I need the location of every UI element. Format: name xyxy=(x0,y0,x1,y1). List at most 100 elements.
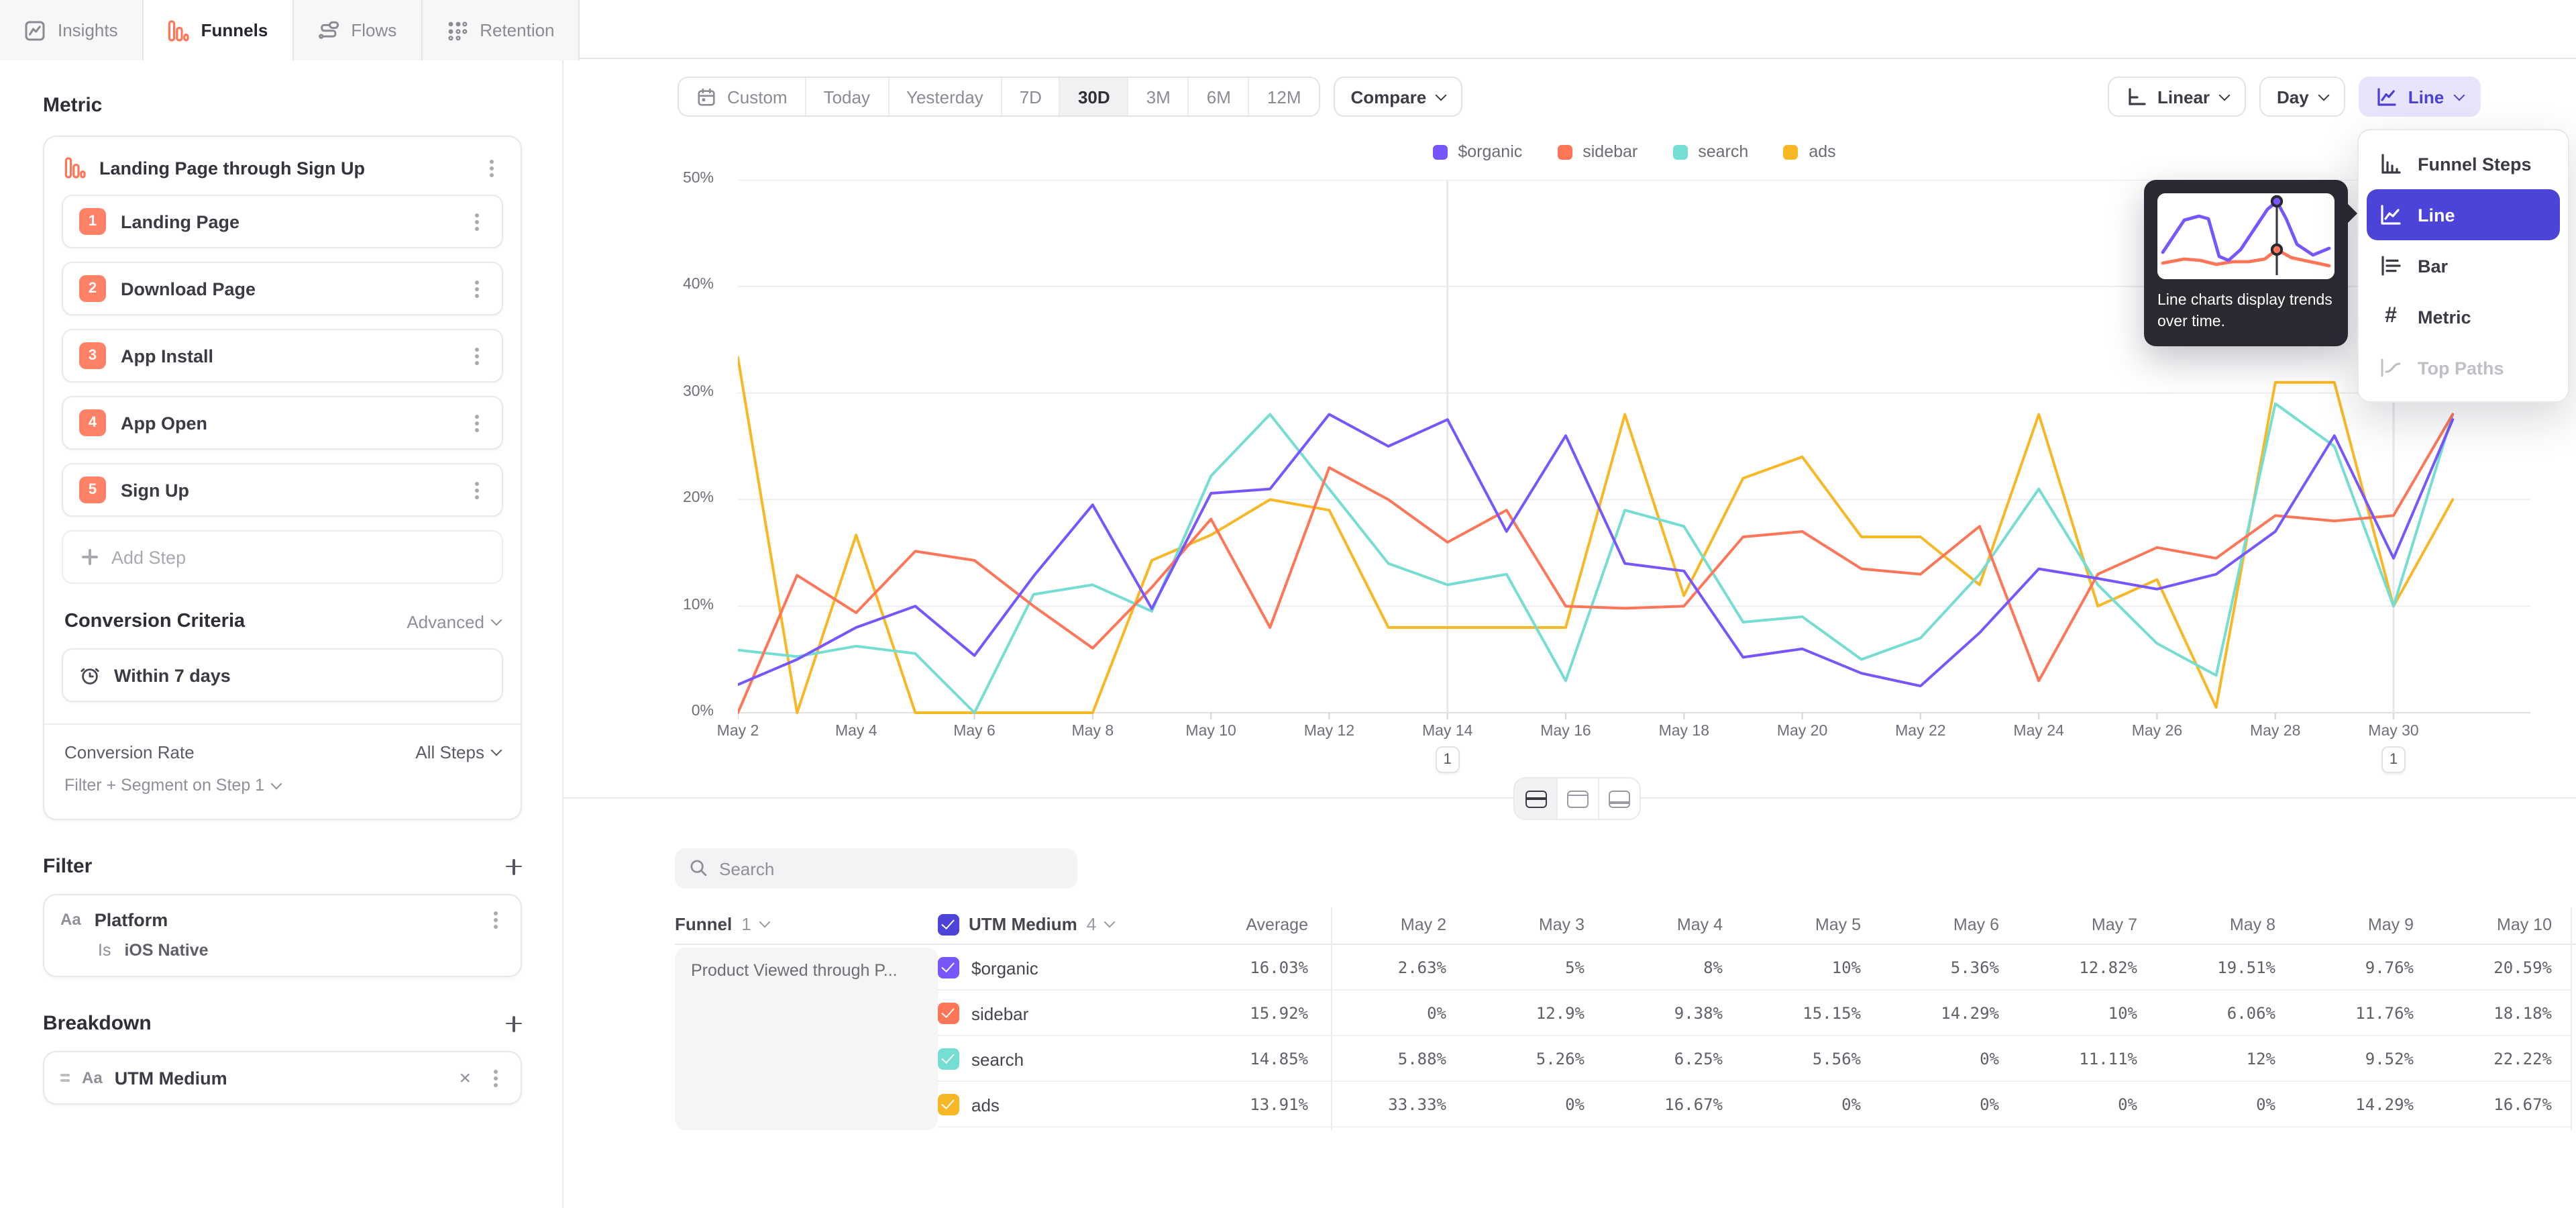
segment-checkbox[interactable] xyxy=(938,1094,959,1115)
funnel-menu-button[interactable] xyxy=(482,157,500,179)
legend-item-sidebar[interactable]: sidebar xyxy=(1557,142,1638,161)
interval-label: Day xyxy=(2277,87,2309,107)
table-header-may-6[interactable]: May 6 xyxy=(1880,915,2018,934)
funnel-step[interactable]: 2Download Page xyxy=(62,262,503,315)
filter-menu-button[interactable] xyxy=(486,909,504,930)
filter-value[interactable]: iOS Native xyxy=(124,941,208,960)
date-range-3m[interactable]: 3M xyxy=(1128,78,1188,115)
segment-cell[interactable]: sidebar xyxy=(938,1003,1193,1024)
date-range-6m[interactable]: 6M xyxy=(1188,78,1248,115)
date-range-12m[interactable]: 12M xyxy=(1248,78,1319,115)
x-axis-tick-label: May 16 xyxy=(1519,723,1613,740)
table-header-may-2[interactable]: May 2 xyxy=(1327,915,1465,934)
menu-item-top-paths: Top Paths xyxy=(2367,342,2560,393)
filter-segment-step-dropdown[interactable]: Filter + Segment on Step 1 xyxy=(64,776,500,795)
table-header-may-9[interactable]: May 9 xyxy=(2294,915,2432,934)
legend-item-ads[interactable]: ads xyxy=(1783,142,1835,161)
x-axis-tick-label: May 30 xyxy=(2347,723,2440,740)
cell-value: 0% xyxy=(1465,1095,1603,1114)
tab-flows[interactable]: Flows xyxy=(293,0,422,60)
table-header-breakdown[interactable]: UTM Medium4 xyxy=(938,913,1193,935)
menu-item-bar[interactable]: Bar xyxy=(2367,240,2560,291)
funnel-step[interactable]: 5Sign Up xyxy=(62,463,503,517)
interval-dropdown[interactable]: Day xyxy=(2259,77,2345,117)
segment-cell[interactable]: $organic xyxy=(938,957,1193,978)
table-header-may-3[interactable]: May 3 xyxy=(1465,915,1603,934)
step-number-badge: 1 xyxy=(79,208,106,235)
add-filter-button[interactable] xyxy=(506,858,522,874)
cell-value: 14.29% xyxy=(2294,1095,2432,1114)
add-step-button[interactable]: Add Step xyxy=(62,530,503,584)
chart-view-button[interactable] xyxy=(1556,778,1598,819)
table-view-button[interactable] xyxy=(1598,778,1640,819)
tab-insights[interactable]: Insights xyxy=(0,0,144,60)
table-header-may-4[interactable]: May 4 xyxy=(1603,915,1741,934)
add-breakdown-button[interactable] xyxy=(506,1015,522,1031)
date-range-30d[interactable]: 30D xyxy=(1059,78,1128,115)
cell-value: 8% xyxy=(1603,958,1741,977)
table-view-icon xyxy=(1609,790,1630,807)
metric-icon: # xyxy=(2379,305,2403,329)
drag-handle-icon[interactable] xyxy=(60,1074,70,1082)
filter-operator[interactable]: Is xyxy=(98,941,111,960)
table-header-may-7[interactable]: May 7 xyxy=(2018,915,2156,934)
remove-breakdown-icon[interactable]: × xyxy=(459,1068,471,1088)
tab-funnels[interactable]: Funnels xyxy=(144,0,294,60)
segment-checkbox[interactable] xyxy=(938,957,959,978)
date-range-today[interactable]: Today xyxy=(805,78,888,115)
property-type-badge: Aa xyxy=(60,910,81,929)
step-menu-button[interactable] xyxy=(467,278,486,299)
segment-cell[interactable]: ads xyxy=(938,1094,1193,1115)
average-value: 16.03% xyxy=(1193,958,1327,977)
menu-item-line[interactable]: Line xyxy=(2367,189,2560,240)
segment-checkbox[interactable] xyxy=(938,1048,959,1070)
conversion-criteria-mode-dropdown[interactable]: Advanced xyxy=(407,611,500,632)
table-metric-cell[interactable]: Product Viewed through P... xyxy=(675,948,938,1130)
conversion-rate-steps-dropdown[interactable]: All Steps xyxy=(415,742,500,762)
funnel-step[interactable]: 4App Open xyxy=(62,396,503,450)
scale-dropdown[interactable]: Linear xyxy=(2108,77,2246,117)
table-header-funnel[interactable]: Funnel1 xyxy=(675,914,938,934)
annotation-badge[interactable]: 1 xyxy=(1436,746,1460,773)
date-range-7d[interactable]: 7D xyxy=(1001,78,1059,115)
menu-item-metric[interactable]: #Metric xyxy=(2367,291,2560,342)
conversion-window-button[interactable]: Within 7 days xyxy=(62,648,503,702)
series-line-organic xyxy=(738,414,2453,686)
breakdown-select-all-checkbox[interactable] xyxy=(938,913,959,935)
segment-cell[interactable]: search xyxy=(938,1048,1193,1070)
table-header-may-5[interactable]: May 5 xyxy=(1741,915,1880,934)
breakdown-menu-button[interactable] xyxy=(486,1067,504,1089)
funnel-step[interactable]: 3App Install xyxy=(62,329,503,383)
step-menu-button[interactable] xyxy=(467,479,486,501)
y-axis-tick-label: 0% xyxy=(692,703,714,719)
split-view-button[interactable] xyxy=(1515,778,1556,819)
filter-card[interactable]: Aa Platform Is iOS Native xyxy=(43,894,522,977)
table-header-may-10[interactable]: May 10 xyxy=(2432,915,2571,934)
tab-retention[interactable]: Retention xyxy=(422,0,580,60)
segment-checkbox[interactable] xyxy=(938,1003,959,1024)
funnel-step[interactable]: 1Landing Page xyxy=(62,195,503,248)
table-header-may-8[interactable]: May 8 xyxy=(2156,915,2294,934)
step-menu-button[interactable] xyxy=(467,412,486,434)
annotation-badge[interactable]: 1 xyxy=(2381,746,2406,773)
table-search xyxy=(675,848,1077,889)
breakdown-card[interactable]: Aa UTM Medium × xyxy=(43,1051,522,1105)
scale-label: Linear xyxy=(2157,87,2210,107)
table-header-average[interactable]: Average xyxy=(1193,915,1327,934)
search-input[interactable] xyxy=(675,848,1077,889)
date-range-custom[interactable]: Custom xyxy=(679,78,805,115)
menu-item-funnel-steps[interactable]: Funnel Steps xyxy=(2367,138,2560,189)
step-menu-button[interactable] xyxy=(467,211,486,232)
step-label: Sign Up xyxy=(121,480,452,500)
average-value: 14.85% xyxy=(1193,1050,1327,1068)
step-menu-button[interactable] xyxy=(467,345,486,366)
date-range-yesterday[interactable]: Yesterday xyxy=(888,78,1001,115)
metric-heading: Metric xyxy=(43,94,522,117)
chart-type-dropdown[interactable]: Line xyxy=(2359,77,2480,117)
cell-value: 16.67% xyxy=(2432,1095,2571,1114)
compare-button[interactable]: Compare xyxy=(1334,77,1463,117)
column-divider xyxy=(1331,907,1332,1130)
legend-item-organic[interactable]: $organic xyxy=(1432,142,1522,161)
legend-item-search[interactable]: search xyxy=(1672,142,1748,161)
cell-value: 33.33% xyxy=(1327,1095,1465,1114)
